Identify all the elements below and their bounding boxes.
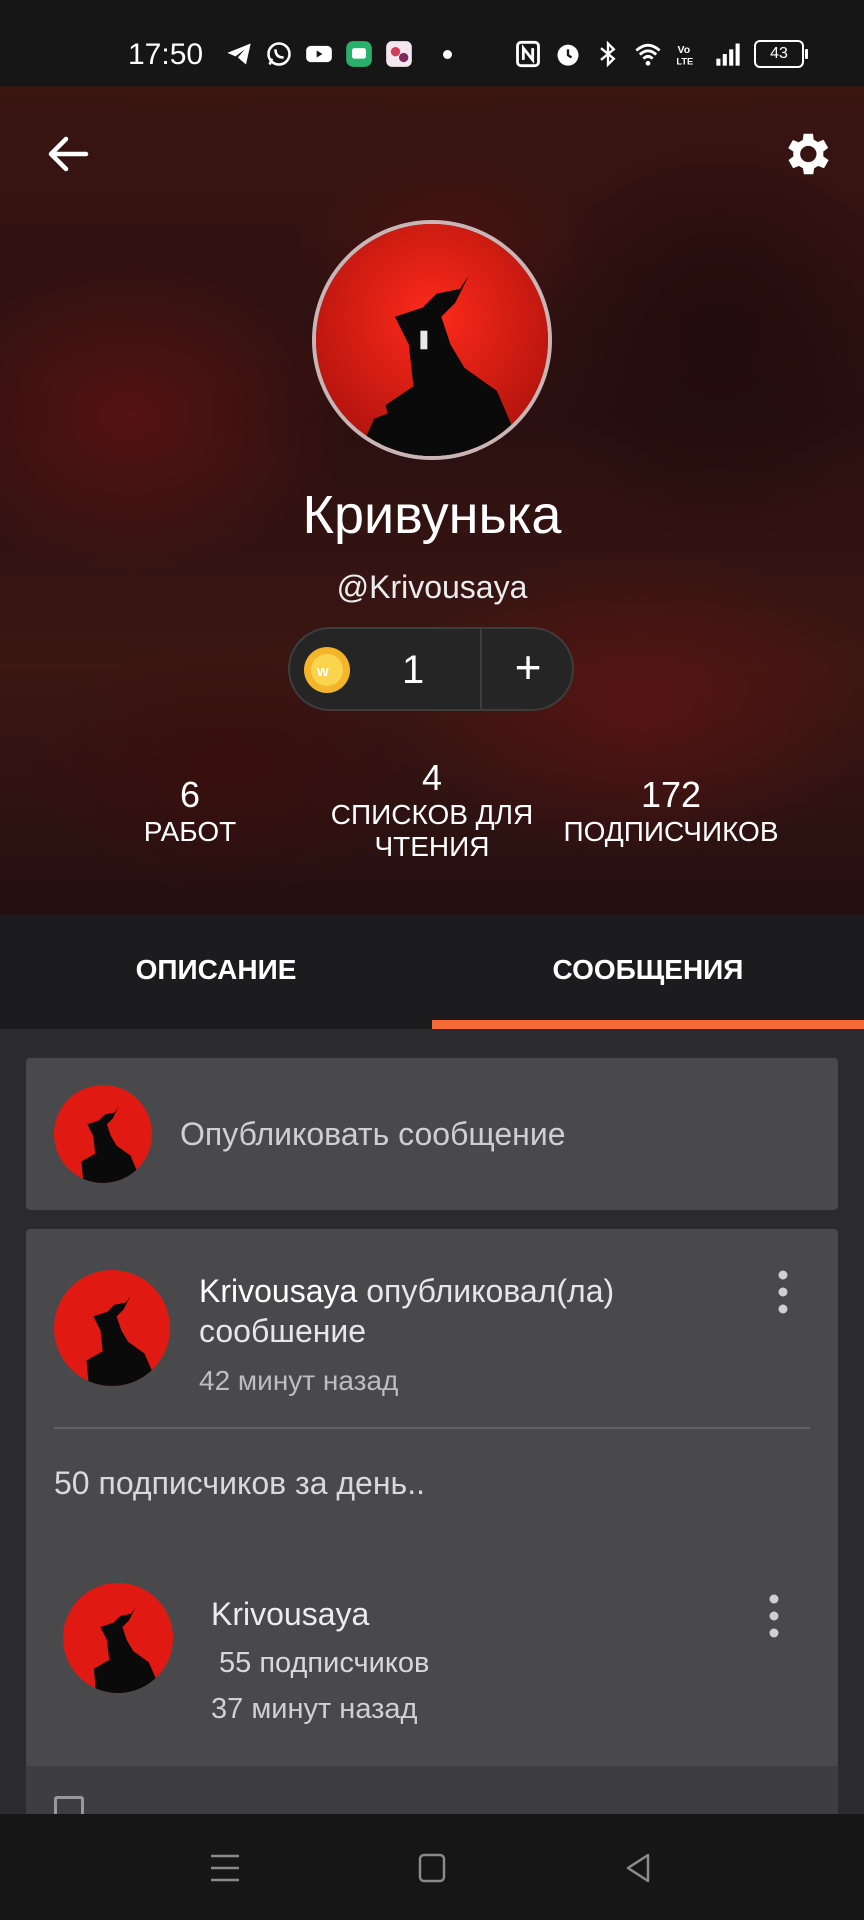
stat-reading-lists-value: 4 <box>421 757 443 798</box>
status-bar: 17:50 Vo LTE 43 <box>0 0 864 86</box>
profile-avatar[interactable] <box>312 220 552 460</box>
message-post: Krivousaya опубликовал(ла) сообшение 42 … <box>26 1229 838 1814</box>
home-icon[interactable] <box>412 1850 452 1886</box>
menu-icon[interactable] <box>205 1850 245 1886</box>
stat-followers[interactable]: 172 ПОДПИСЧИКОВ <box>560 774 782 848</box>
stat-reading-lists-label: СПИСКОВ ДЛЯ ЧТЕНИЯ <box>330 799 534 862</box>
coin-count: 1 <box>402 648 425 692</box>
more-options-icon[interactable] <box>768 1267 798 1317</box>
more-options-icon[interactable] <box>759 1591 789 1641</box>
messenger-app-icon <box>346 41 372 67</box>
profile-tabs: ОПИСАНИЕ СООБЩЕНИЯ <box>0 915 864 1029</box>
telegram-icon <box>227 43 251 65</box>
app-icon <box>386 41 412 67</box>
reply-icon[interactable] <box>54 1796 84 1814</box>
reply-timestamp: 37 минут назад <box>211 1693 418 1725</box>
back-arrow-icon[interactable] <box>42 128 94 180</box>
reply-text: 55 подписчиков <box>219 1647 430 1679</box>
post-header: Krivousaya опубликовал(ла) сообшение <box>199 1271 739 1351</box>
bluetooth-icon <box>600 40 616 68</box>
status-time: 17:50 <box>128 38 204 71</box>
stat-followers-value: 172 <box>640 774 702 815</box>
compose-message-card[interactable]: Опубликовать сообщение <box>26 1058 838 1210</box>
tab-messages[interactable]: СООБЩЕНИЯ <box>432 915 864 1029</box>
avatar <box>54 1085 152 1183</box>
battery-indicator: 43 <box>754 40 808 68</box>
stat-works-value: 6 <box>179 774 201 815</box>
add-coins-button[interactable]: + <box>488 637 568 701</box>
coins-widget: w 1 + <box>288 627 574 711</box>
status-system-icons: Vo LTE 43 <box>514 40 808 68</box>
stat-works[interactable]: 6 РАБОТ <box>120 774 260 848</box>
stat-works-label: РАБОТ <box>143 816 237 847</box>
profile-display-name: Кривунька <box>302 485 562 545</box>
youtube-icon <box>306 45 332 63</box>
post-author-link[interactable]: Krivousaya <box>199 1273 357 1309</box>
more-notifications-dot <box>443 49 452 59</box>
avatar[interactable] <box>54 1270 170 1386</box>
tab-description[interactable]: ОПИСАНИЕ <box>0 915 432 1029</box>
post-body: 50 подписчиков за день.. <box>54 1465 425 1501</box>
svg-text:Vo: Vo <box>678 44 691 56</box>
status-notification-icons <box>225 40 452 68</box>
volte-icon: VoLTE <box>676 44 693 67</box>
compose-placeholder: Опубликовать сообщение <box>180 1116 566 1152</box>
alarm-icon <box>557 44 579 66</box>
post-timestamp: 42 минут назад <box>199 1365 399 1396</box>
coin-icon: w <box>304 647 350 693</box>
active-tab-indicator <box>432 1020 864 1029</box>
profile-header: Кривунька @Krivousaya w 1 + 6 РАБОТ 4 СП… <box>0 86 864 915</box>
reply-author[interactable]: Krivousaya <box>211 1596 369 1633</box>
wifi-icon <box>635 43 661 66</box>
avatar[interactable] <box>63 1583 173 1693</box>
messages-feed: Опубликовать сообщение Krivousaya опубли… <box>0 1029 864 1814</box>
system-navigation-bar <box>0 1814 864 1920</box>
whatsapp-icon <box>267 42 291 66</box>
svg-text:LTE: LTE <box>676 57 693 67</box>
back-icon[interactable] <box>618 1850 658 1886</box>
stat-reading-lists[interactable]: 4 СПИСКОВ ДЛЯ ЧТЕНИЯ <box>325 757 539 863</box>
svg-text:w: w <box>316 663 329 680</box>
profile-username: @Krivousaya <box>336 569 528 605</box>
stat-followers-label: ПОДПИСЧИКОВ <box>563 816 779 847</box>
coin-divider <box>480 629 482 709</box>
signal-icon <box>716 43 740 66</box>
post-footer <box>26 1766 838 1814</box>
post-divider <box>54 1427 810 1429</box>
gear-icon[interactable] <box>778 126 834 182</box>
nfc-icon <box>516 40 540 68</box>
